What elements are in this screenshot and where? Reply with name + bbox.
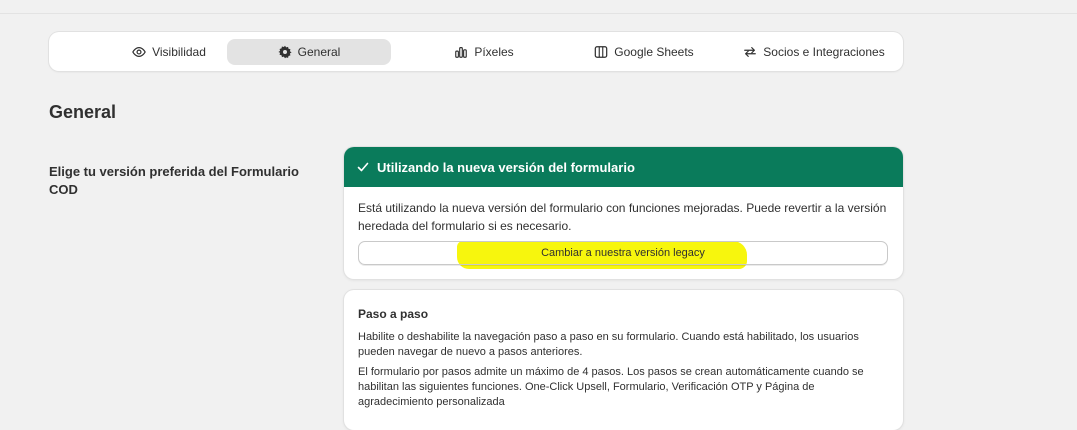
top-divider — [0, 13, 1077, 14]
tab-label: Google Sheets — [614, 45, 694, 59]
tab-label: Visibilidad — [152, 45, 206, 59]
tab-visibilidad[interactable]: Visibilidad — [94, 39, 244, 65]
tab-label: General — [297, 45, 341, 59]
section-title: General — [49, 102, 117, 122]
version-description: Está utilizando la nueva versión del for… — [358, 201, 887, 233]
switch-legacy-button[interactable]: Cambiar a nuestra versión legacy — [358, 241, 888, 265]
tab-label: Píxeles — [474, 45, 514, 59]
tab-general[interactable]: General — [227, 39, 391, 65]
tab-label: Socios e Integraciones — [763, 45, 885, 59]
tab-pixeles[interactable]: Píxeles — [409, 39, 559, 65]
switch-legacy-label: Cambiar a nuestra versión legacy — [541, 247, 705, 259]
step-card-paragraph-2: El formulario por pasos admite un máximo… — [358, 366, 864, 408]
step-card-paragraph-1: Habilite o deshabilite la navegación pas… — [358, 331, 859, 358]
step-by-step-card: Paso a paso Habilite o deshabilite la na… — [344, 290, 903, 430]
eye-icon — [132, 47, 146, 57]
checkmark-icon — [357, 162, 369, 172]
gear-icon — [278, 45, 292, 59]
tab-google-sheets[interactable]: Google Sheets — [569, 39, 719, 65]
step-card-title: Paso a paso — [358, 307, 429, 321]
success-banner: Utilizando la nueva versión del formular… — [344, 147, 903, 187]
tab-bar: Visibilidad General Píxeles Google Sheet… — [49, 32, 903, 71]
columns-icon — [594, 46, 608, 58]
tab-socios-integraciones[interactable]: Socios e Integraciones — [739, 39, 889, 65]
bar-chart-icon — [455, 47, 468, 58]
swap-arrows-icon — [744, 47, 757, 57]
banner-text: Utilizando la nueva versión del formular… — [377, 159, 635, 175]
form-version-label: Elige tu versión preferida del Formulari… — [49, 164, 299, 197]
